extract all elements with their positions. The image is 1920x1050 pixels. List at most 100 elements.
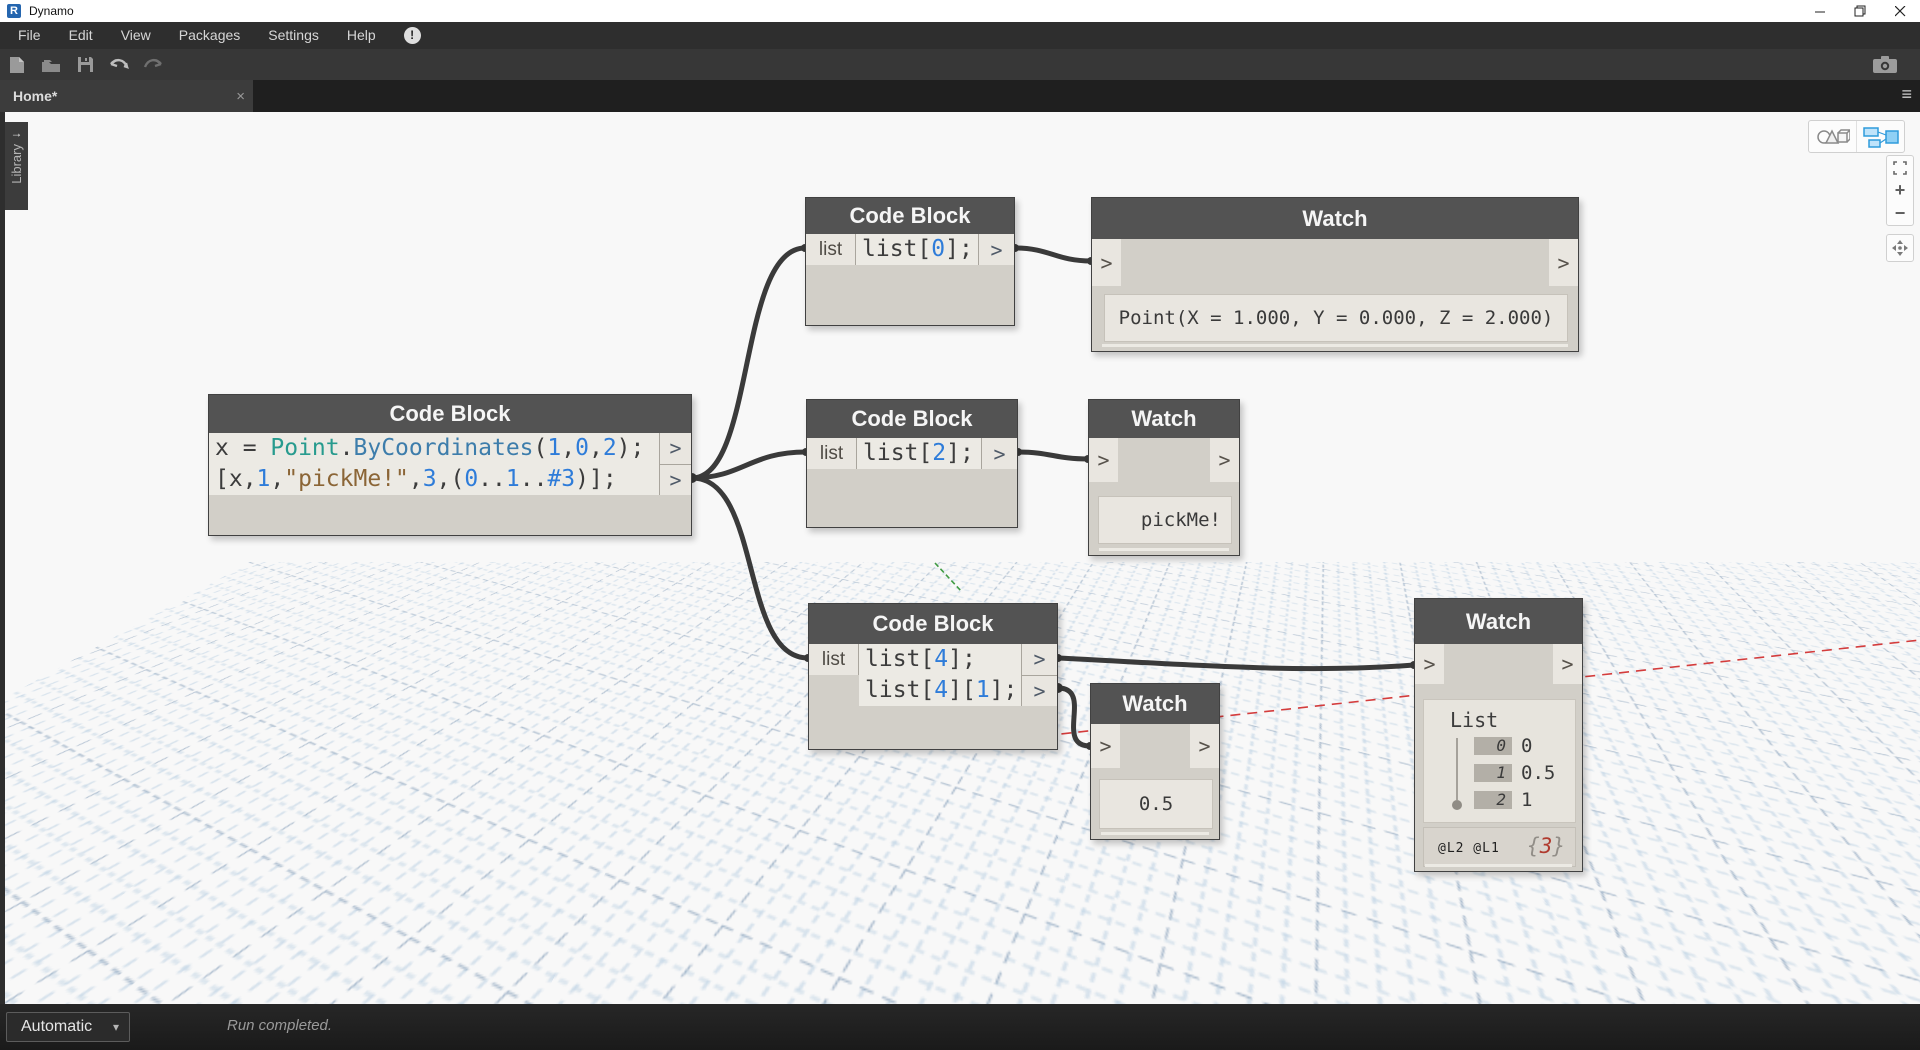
code-editor[interactable]: x = Point.ByCoordinates(1,0,2); [x,1,"pi…	[209, 433, 660, 495]
menu-item-settings[interactable]: Settings	[254, 22, 333, 49]
node-body	[809, 675, 859, 706]
redo-button[interactable]	[136, 52, 170, 78]
view-toggle-group	[1808, 120, 1905, 153]
run-status-message: Run completed.	[227, 1017, 333, 1034]
status-bar: Automatic ▾ Run completed.	[0, 1004, 1920, 1050]
title-bar: R Dynamo	[0, 0, 1920, 22]
watch-list-box: List 0 0 1 0.5 2 1	[1423, 699, 1576, 823]
graph-canvas[interactable]: → Library Code Block x = Point.ByCoordin…	[0, 112, 1920, 1004]
output-port[interactable]: >	[979, 234, 1014, 265]
restore-button[interactable]	[1840, 0, 1880, 22]
menu-item-view[interactable]: View	[107, 22, 165, 49]
watch-node-pickme[interactable]: Watch > > pickMe!	[1088, 399, 1240, 556]
node-title[interactable]: Watch	[1091, 684, 1219, 724]
input-port-list[interactable]: list	[806, 234, 856, 265]
tab-home-label: Home*	[13, 88, 58, 104]
lacing-bar: @L2 @L1 {3}	[1423, 827, 1576, 867]
code-editor[interactable]: list[0];	[856, 234, 979, 265]
list-tree-dot[interactable]	[1452, 800, 1462, 810]
zoom-fit-button[interactable]	[1887, 156, 1913, 179]
level-labels[interactable]: @L2 @L1	[1438, 841, 1500, 856]
code-block-node-bottom[interactable]: Code Block list list[4]; list[4][1]; > >	[808, 603, 1058, 750]
code-editor[interactable]: list[2];	[857, 438, 982, 469]
list-tree-stem	[1456, 738, 1458, 800]
menu-item-file[interactable]: File	[0, 22, 55, 49]
node-title[interactable]: Watch	[1092, 198, 1578, 239]
minimize-button[interactable]	[1800, 0, 1840, 22]
list-item[interactable]: 00	[1474, 734, 1533, 757]
watch-node-half[interactable]: Watch > > 0.5	[1090, 683, 1220, 840]
input-port[interactable]: >	[1092, 239, 1121, 286]
node-title[interactable]: Code Block	[807, 400, 1017, 438]
run-mode-value: Automatic	[21, 1018, 93, 1035]
zoom-controls: + −	[1886, 155, 1914, 226]
watch-value: 0.5	[1099, 779, 1213, 829]
graph-view-button[interactable]	[1856, 121, 1904, 152]
library-label: Library	[9, 144, 24, 184]
new-file-button[interactable]	[0, 52, 34, 78]
save-button[interactable]	[68, 52, 102, 78]
code-block-node-main[interactable]: Code Block x = Point.ByCoordinates(1,0,2…	[208, 394, 692, 536]
node-title[interactable]: Watch	[1089, 400, 1239, 438]
code-editor[interactable]: list[4]; list[4][1];	[859, 644, 1022, 706]
node-body	[806, 265, 1014, 325]
output-port[interactable]: >	[1553, 644, 1582, 684]
code-line: list[2];	[863, 440, 974, 466]
input-port[interactable]: >	[1089, 438, 1118, 482]
library-expand-tab[interactable]: → Library	[5, 122, 28, 210]
tab-close-icon[interactable]: ×	[236, 88, 245, 105]
output-port[interactable]: >	[1022, 675, 1057, 706]
list-item-value: 1	[1521, 788, 1533, 811]
zoom-out-button[interactable]: −	[1887, 202, 1913, 225]
output-port[interactable]: >	[1022, 644, 1057, 676]
list-item-value: 0.5	[1521, 761, 1556, 784]
input-port-list[interactable]: list	[809, 644, 859, 675]
code-block-node-middle[interactable]: Code Block list list[2]; >	[806, 399, 1018, 528]
watch-value: Point(X = 1.000, Y = 0.000, Z = 2.000)	[1104, 294, 1568, 342]
node-title[interactable]: Code Block	[809, 604, 1057, 644]
input-port[interactable]: >	[1415, 644, 1444, 684]
wire	[691, 449, 807, 481]
input-port-list[interactable]: list	[807, 438, 857, 469]
menu-item-help[interactable]: Help	[333, 22, 390, 49]
zoom-in-button[interactable]: +	[1887, 179, 1913, 202]
output-port[interactable]: >	[982, 438, 1017, 469]
watch-node-list[interactable]: Watch > > List 0 0 1 0.5 2 1 @L2 @L1 {3}	[1414, 598, 1583, 872]
output-port[interactable]: >	[660, 433, 691, 465]
notifications-icon[interactable]: !	[403, 27, 421, 44]
tab-overflow-icon[interactable]: ≡	[1901, 84, 1912, 105]
export-image-camera-icon[interactable]	[1868, 51, 1902, 77]
output-port[interactable]: >	[1190, 724, 1219, 768]
toolbar	[0, 49, 1920, 80]
run-mode-dropdown[interactable]: Automatic ▾	[6, 1012, 130, 1042]
output-port[interactable]: >	[1210, 438, 1239, 482]
list-label: List	[1450, 708, 1499, 732]
list-item[interactable]: 21	[1474, 788, 1533, 811]
menu-item-edit[interactable]: Edit	[55, 22, 107, 49]
close-button[interactable]	[1880, 0, 1920, 22]
list-item[interactable]: 1 0.5	[1474, 761, 1556, 784]
chevron-down-icon: ▾	[112, 1020, 119, 1034]
code-line: [x,1,"pickMe!",3,(0..1..#3)];	[215, 466, 617, 492]
code-block-node-top[interactable]: Code Block list list[0]; >	[805, 197, 1015, 326]
node-title[interactable]: Code Block	[806, 198, 1014, 234]
watch-value: pickMe!	[1098, 496, 1232, 544]
input-port[interactable]: >	[1091, 724, 1120, 768]
tab-home[interactable]: Home* ×	[0, 80, 253, 112]
node-title[interactable]: Code Block	[209, 395, 691, 433]
geometry-view-button[interactable]	[1809, 121, 1856, 152]
watch-node-point[interactable]: Watch > > Point(X = 1.000, Y = 0.000, Z …	[1091, 197, 1579, 352]
pan-button[interactable]	[1886, 234, 1914, 262]
list-index-badge: 2	[1474, 790, 1512, 809]
output-port[interactable]: >	[660, 464, 691, 495]
code-line: list[4][1];	[865, 677, 1018, 703]
output-port[interactable]: >	[1549, 239, 1578, 286]
list-index-badge: 0	[1474, 736, 1512, 755]
app-title: Dynamo	[29, 4, 74, 18]
node-title[interactable]: Watch	[1415, 599, 1582, 644]
list-item-value: 0	[1521, 734, 1533, 757]
wire	[1014, 245, 1092, 264]
open-file-button[interactable]	[34, 52, 68, 78]
menu-item-packages[interactable]: Packages	[165, 22, 254, 49]
undo-button[interactable]	[102, 52, 136, 78]
